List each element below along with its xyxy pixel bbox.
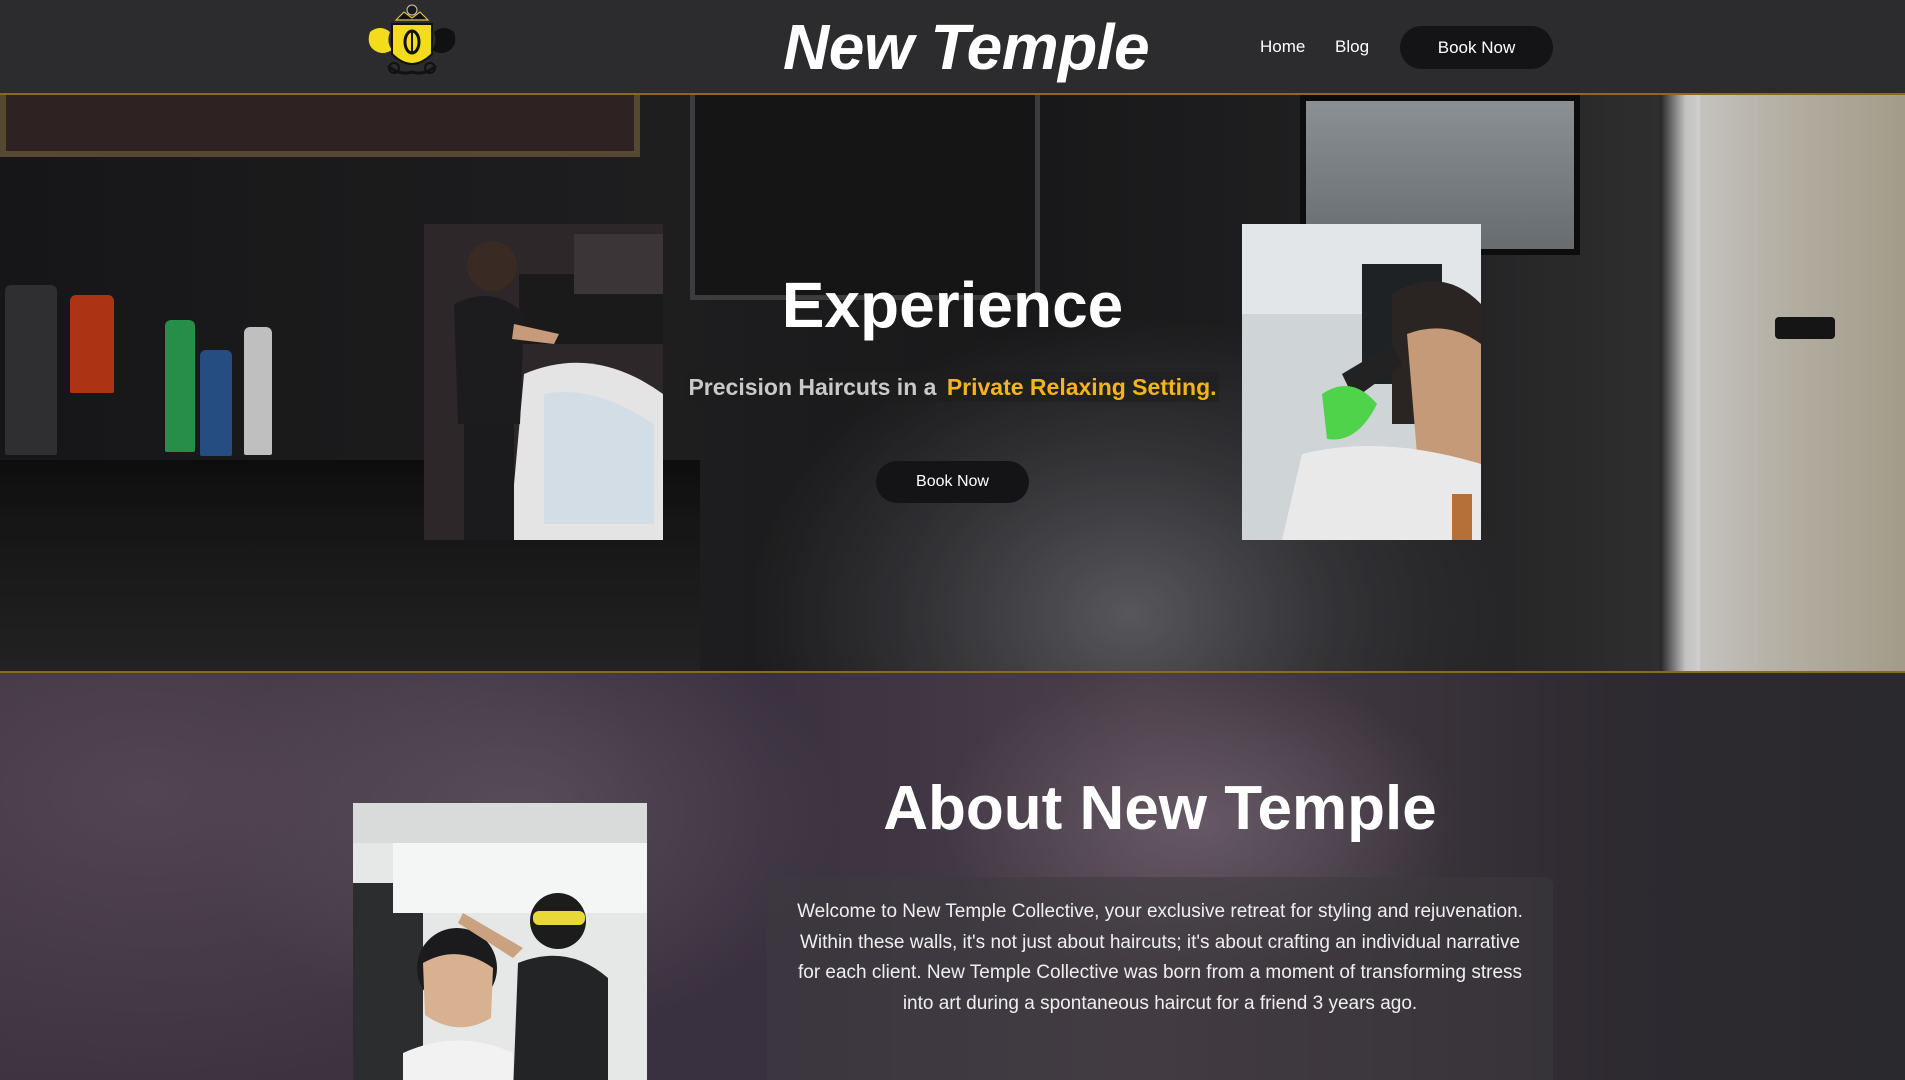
about-body-text: Welcome to New Temple Collective, your e…: [797, 901, 1523, 1014]
barber-styling-client-image: [353, 803, 647, 1080]
site-title[interactable]: New Temple: [783, 10, 1150, 84]
nav-blog-link[interactable]: Blog: [1335, 37, 1369, 57]
nav-home-link[interactable]: Home: [1260, 37, 1305, 57]
hero-subtitle: Precision Haircuts in a Private Relaxing…: [0, 372, 1905, 402]
header-book-now-button[interactable]: Book Now: [1400, 26, 1553, 69]
about-title: About New Temple: [883, 774, 1437, 843]
hero-book-now-button[interactable]: Book Now: [876, 461, 1029, 503]
site-header: New Temple Home Blog Book Now: [0, 0, 1905, 95]
lion-crest-logo-icon[interactable]: [352, 2, 472, 90]
hero-title: Experience: [781, 269, 1124, 341]
about-photo: [353, 803, 647, 1080]
about-card: Welcome to New Temple Collective, your e…: [767, 877, 1553, 1080]
hero-subtitle-highlight: Private Relaxing Setting.: [944, 372, 1219, 402]
about-section: About New Temple Welcome to New Temple C…: [0, 673, 1905, 1080]
hero-subtitle-plain: Precision Haircuts in a: [686, 372, 945, 402]
